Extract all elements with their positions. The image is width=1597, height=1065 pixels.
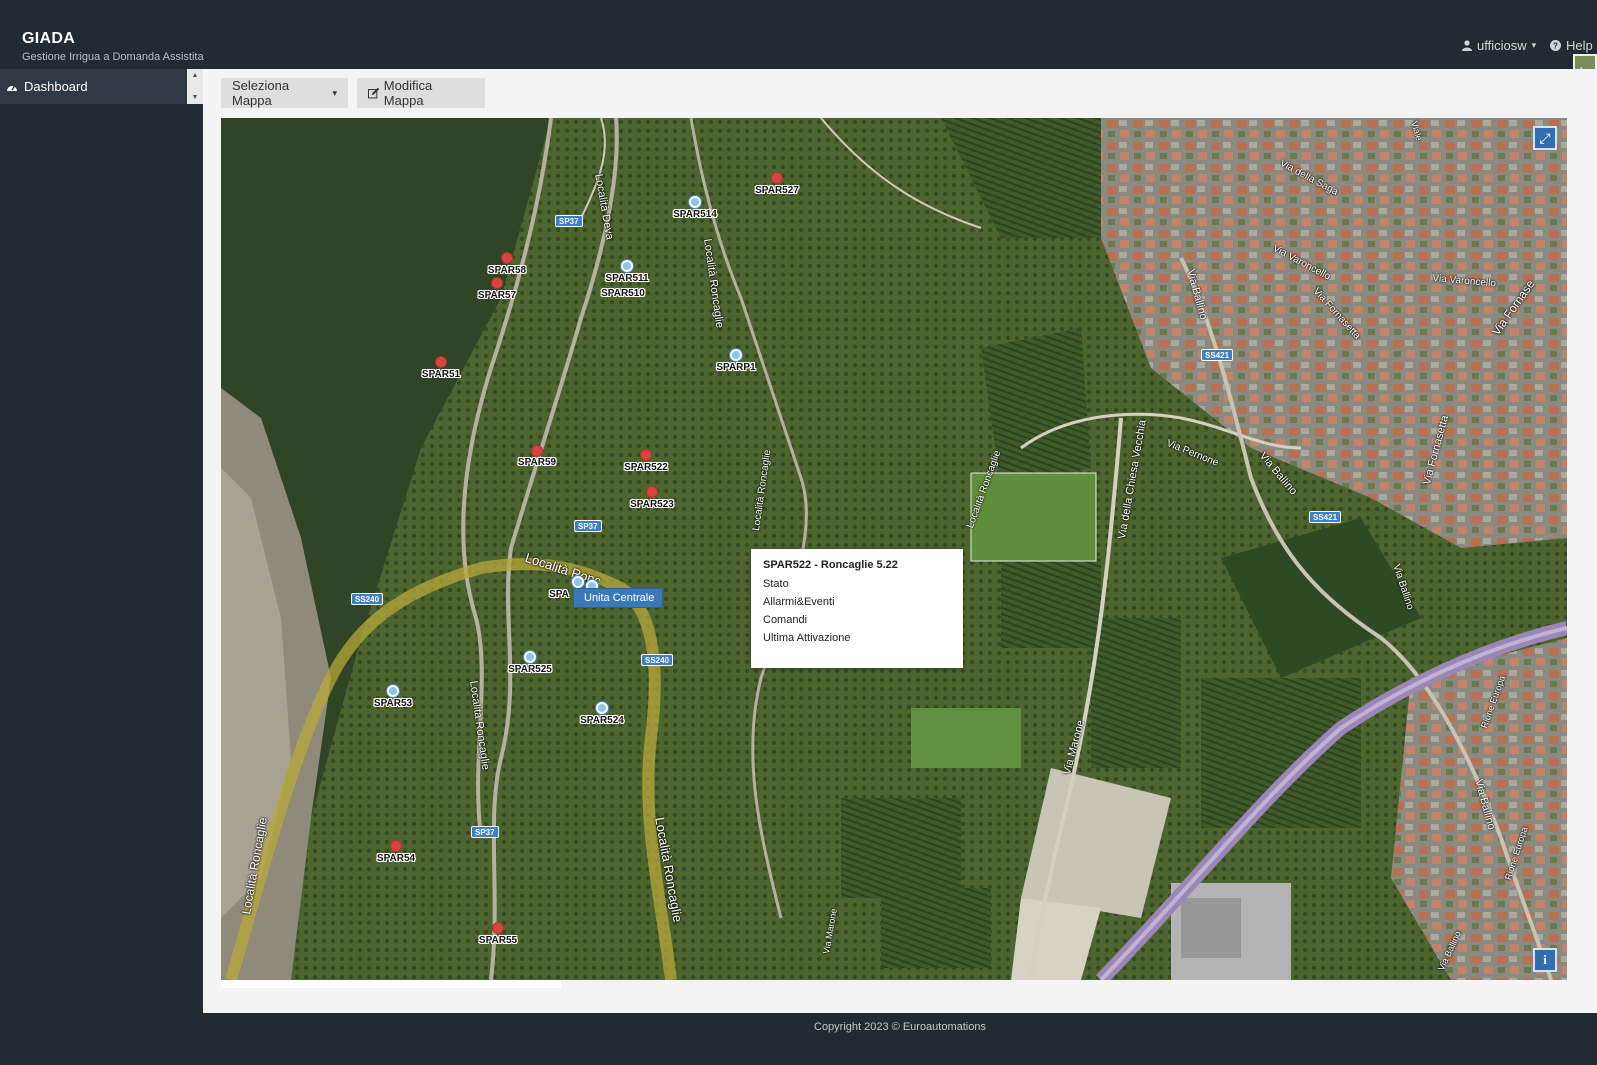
- marker-label: SPAR514: [673, 209, 717, 220]
- satellite-map[interactable]: Località Deva Località Roncaglie Localit…: [221, 118, 1567, 980]
- map-scrollbar[interactable]: [221, 980, 561, 988]
- svg-text:?: ?: [1553, 42, 1558, 51]
- user-menu[interactable]: ufficiosw ▾: [1462, 38, 1536, 53]
- central-unit-label[interactable]: Unita Centrale: [573, 588, 663, 608]
- map-marker-sparp1[interactable]: [730, 349, 742, 361]
- info-icon: i: [1543, 952, 1547, 967]
- select-map-dropdown[interactable]: Seleziona Mappa ▾: [221, 78, 348, 108]
- popup-link-stato[interactable]: Stato: [763, 578, 951, 590]
- caret-down-icon: ▾: [332, 87, 337, 98]
- map-marker-spar51[interactable]: [435, 356, 447, 368]
- edit-map-button[interactable]: Modifica Mappa: [357, 78, 485, 108]
- popup-title: SPAR522 - Roncaglie 5.22: [763, 559, 898, 571]
- popup-link-comandi[interactable]: Comandi: [763, 614, 951, 626]
- app-title: GIADA: [22, 30, 76, 47]
- help-link[interactable]: ? Help: [1550, 38, 1593, 53]
- marker-label: SPAR511: [605, 273, 649, 284]
- help-icon: ?: [1550, 40, 1561, 51]
- map-marker-spar522[interactable]: [640, 449, 652, 461]
- map-marker-spar55[interactable]: [492, 922, 504, 934]
- map-marker-spar54[interactable]: [390, 840, 402, 852]
- marker-label: SPAR524: [580, 715, 624, 726]
- map-marker-spar527[interactable]: [771, 172, 783, 184]
- road-sign-sp37: SP37: [574, 520, 602, 532]
- fullscreen-button[interactable]: ⤢: [1533, 126, 1557, 150]
- marker-popup: SPAR522 - Roncaglie 5.22 Stato Allarmi&E…: [751, 549, 963, 668]
- marker-label: SPAR522: [624, 462, 668, 473]
- footer: Copyright 2023 © Euroautomations: [203, 1012, 1597, 1065]
- top-navbar: GIADA Gestione Irrigua a Domanda Assisti…: [0, 0, 1597, 116]
- map-marker-spar525[interactable]: [524, 651, 536, 663]
- app-root: GIADA Gestione Irrigua a Domanda Assisti…: [0, 0, 1597, 1065]
- expand-icon: ⤢: [1539, 129, 1551, 146]
- popup-link-ultima-attivazione[interactable]: Ultima Attivazione: [763, 632, 951, 644]
- sidebar: Dashboard ▲ ▼: [0, 69, 203, 1012]
- sidebar-scrollbar[interactable]: ▲ ▼: [187, 69, 203, 104]
- scroll-up-icon[interactable]: ▲: [192, 72, 199, 79]
- map-marker-spar58[interactable]: [501, 252, 513, 264]
- marker-label: SPARP1: [716, 362, 756, 373]
- sidebar-item-dashboard[interactable]: Dashboard: [0, 69, 187, 104]
- select-map-label: Seleziona Mappa: [232, 78, 290, 108]
- marker-label: SPAR523: [630, 499, 674, 510]
- road-sign-sp37: SP37: [471, 826, 499, 838]
- marker-label: SPAR510: [601, 288, 645, 299]
- brand[interactable]: GIADA Gestione Irrigua a Domanda Assisti…: [22, 30, 204, 63]
- marker-label: SPAR59: [517, 457, 557, 468]
- road-sign-sp37: SP37: [555, 215, 583, 227]
- map-marker-spar57[interactable]: [491, 277, 503, 289]
- app-subtitle: Gestione Irrigua a Domanda Assistita: [22, 51, 204, 63]
- map-marker-spa[interactable]: [572, 576, 584, 588]
- marker-label: SPAR54: [376, 853, 416, 864]
- marker-label: SPA: [549, 589, 569, 600]
- road-sign-ss240: SS240: [351, 593, 384, 605]
- info-button[interactable]: i: [1533, 948, 1557, 972]
- map-marker-spar53[interactable]: [387, 685, 399, 697]
- popup-link-allarmi-eventi[interactable]: Allarmi&Eventi: [763, 596, 951, 608]
- marker-label: SPAR57: [477, 290, 517, 301]
- marker-label: SPAR58: [487, 265, 527, 276]
- scroll-down-icon[interactable]: ▼: [192, 94, 199, 101]
- dashboard-icon: [7, 85, 17, 91]
- road-sign-ss421: SS421: [1201, 349, 1234, 361]
- map-marker-spar511[interactable]: [621, 260, 633, 272]
- caret-down-icon: ▾: [1531, 40, 1537, 50]
- marker-label: SPAR525: [508, 664, 552, 675]
- user-name: ufficiosw: [1477, 38, 1527, 53]
- copyright-text: Copyright 2023 © Euroautomations: [814, 1021, 986, 1033]
- help-label: Help: [1566, 38, 1593, 53]
- marker-label: SPAR527: [755, 185, 799, 196]
- map-marker-spar514[interactable]: [689, 196, 701, 208]
- marker-label: SPAR55: [478, 935, 518, 946]
- road-sign-ss421: SS421: [1309, 511, 1342, 523]
- map-marker-spar523[interactable]: [646, 486, 658, 498]
- road-sign-ss240: SS240: [641, 654, 674, 666]
- edit-map-label: Modifica Mappa: [383, 78, 433, 108]
- main-content: Seleziona Mappa ▾ Modifica Mappa Localit…: [203, 69, 1597, 1013]
- sidebar-item-label: Dashboard: [24, 79, 88, 94]
- marker-label: SPAR51: [421, 369, 461, 380]
- edit-icon: [368, 87, 380, 99]
- map-marker-spar524[interactable]: [596, 702, 608, 714]
- user-icon: [1462, 40, 1472, 51]
- marker-label: SPAR53: [373, 698, 413, 709]
- map-marker-spar59[interactable]: [531, 445, 543, 457]
